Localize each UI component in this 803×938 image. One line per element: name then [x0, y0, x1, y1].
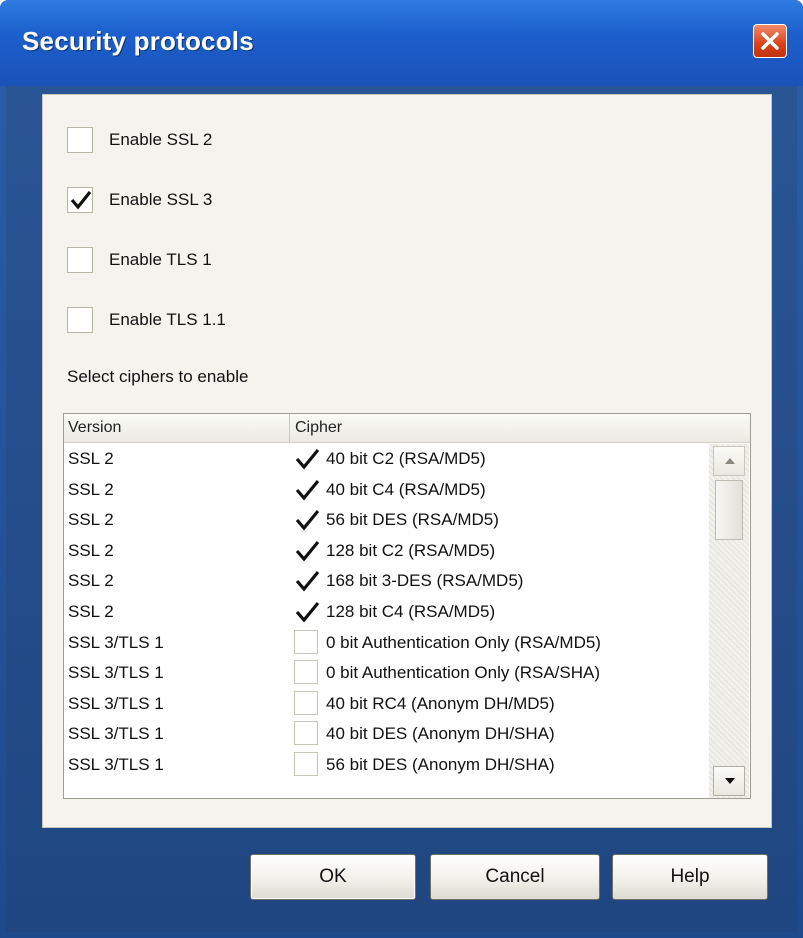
checkmark-icon	[295, 571, 319, 592]
row-cipher: 168 bit 3-DES (RSA/MD5)	[326, 571, 524, 591]
protocol-ssl2-row[interactable]: Enable SSL 2	[67, 125, 212, 155]
row-version: SSL 3/TLS 1	[68, 724, 164, 744]
row-version: SSL 2	[68, 571, 114, 591]
protocol-tls11-checkbox[interactable]	[67, 307, 93, 333]
row-cipher: 56 bit DES (Anonym DH/SHA)	[326, 754, 555, 774]
list-item[interactable]: SSL 2 168 bit 3-DES (RSA/MD5)	[64, 566, 708, 597]
row-cipher: 56 bit DES (RSA/MD5)	[326, 510, 499, 530]
list-item[interactable]: SSL 3/TLS 1 40 bit RC4 (Anonym DH/MD5)	[64, 689, 708, 720]
list-header: Version Cipher	[64, 414, 750, 443]
checkmark-icon	[70, 191, 92, 210]
row-version: SSL 3/TLS 1	[68, 754, 164, 774]
row-version: SSL 2	[68, 540, 114, 560]
arrow-up-icon	[725, 458, 735, 464]
cipher-checkbox[interactable]	[294, 598, 319, 623]
list-item[interactable]: SSL 3/TLS 1 0 bit Authentication Only (R…	[64, 628, 708, 659]
settings-panel: Enable SSL 2 Enable SSL 3 Enable TLS 1 E…	[42, 94, 772, 828]
protocol-tls1-checkbox[interactable]	[67, 247, 93, 273]
row-cipher: 128 bit C2 (RSA/MD5)	[326, 540, 496, 560]
checkmark-icon	[295, 479, 319, 501]
list-item[interactable]: SSL 3/TLS 1 0 bit Authentication Only (R…	[64, 658, 708, 689]
ok-button[interactable]: OK	[250, 854, 416, 900]
cipher-checkbox[interactable]	[294, 721, 318, 746]
list-item[interactable]: SSL 2 128 bit C2 (RSA/MD5)	[64, 536, 708, 567]
row-cipher: 0 bit Authentication Only (RSA/MD5)	[326, 632, 601, 652]
cipher-checkbox[interactable]	[294, 476, 319, 501]
close-button[interactable]	[753, 24, 787, 58]
title-bar[interactable]: Security protocols	[0, 0, 803, 86]
row-version: SSL 2	[68, 601, 114, 621]
dialog-body: Enable SSL 2 Enable SSL 3 Enable TLS 1 E…	[6, 86, 797, 932]
protocol-tls11-row[interactable]: Enable TLS 1.1	[67, 305, 226, 335]
cipher-checkbox[interactable]	[294, 629, 318, 654]
column-header-version[interactable]: Version	[64, 414, 290, 442]
row-version: SSL 2	[68, 449, 114, 468]
row-cipher: 128 bit C4 (RSA/MD5)	[326, 601, 496, 621]
row-version: SSL 2	[68, 479, 114, 499]
cipher-checkbox[interactable]	[294, 568, 319, 593]
ciphers-section-label: Select ciphers to enable	[67, 367, 249, 386]
list-item[interactable]: SSL 2 40 bit C2 (RSA/MD5)	[64, 444, 708, 475]
row-cipher: 40 bit RC4 (Anonym DH/MD5)	[326, 693, 555, 713]
row-version: SSL 3/TLS 1	[68, 663, 164, 683]
dialog-title: Security protocols	[22, 26, 254, 56]
cipher-checkbox[interactable]	[294, 660, 318, 685]
cipher-checkbox[interactable]	[294, 537, 319, 562]
cipher-checkbox[interactable]	[294, 751, 318, 776]
list-item[interactable]: SSL 3/TLS 1 56 bit DES (Anonym DH/SHA)	[64, 750, 708, 781]
checkmark-icon	[295, 448, 319, 470]
protocol-ssl3-label: Enable SSL 3	[109, 190, 213, 209]
row-version: SSL 2	[68, 510, 114, 530]
row-version: SSL 3/TLS 1	[68, 632, 164, 652]
protocol-ssl2-label: Enable SSL 2	[109, 130, 213, 149]
list-item[interactable]: SSL 2 56 bit DES (RSA/MD5)	[64, 505, 708, 536]
column-header-cipher[interactable]: Cipher	[291, 414, 750, 442]
protocol-ssl3-checkbox[interactable]	[67, 187, 93, 213]
cipher-checkbox[interactable]	[294, 690, 318, 715]
row-cipher: 0 bit Authentication Only (RSA/SHA)	[326, 663, 601, 683]
close-icon	[761, 32, 779, 50]
security-protocols-dialog: Security protocols Enable SSL 2 Enable S…	[0, 0, 803, 938]
help-button[interactable]: Help	[612, 854, 768, 900]
cipher-checkbox[interactable]	[294, 446, 319, 470]
scroll-down-button[interactable]	[713, 766, 745, 796]
list-rows: SSL 2 40 bit C2 (RSA/MD5) SSL 2 40 bit C…	[64, 444, 708, 781]
cipher-checkbox[interactable]	[294, 507, 319, 532]
list-item[interactable]: SSL 3/TLS 1 40 bit DES (Anonym DH/SHA)	[64, 719, 708, 750]
row-cipher: 40 bit C4 (RSA/MD5)	[326, 479, 486, 499]
protocol-ssl3-row[interactable]: Enable SSL 3	[67, 185, 212, 215]
arrow-down-icon	[725, 778, 735, 784]
list-item[interactable]: SSL 2 128 bit C4 (RSA/MD5)	[64, 597, 708, 628]
vertical-scrollbar[interactable]	[709, 444, 749, 798]
protocol-tls11-label: Enable TLS 1.1	[109, 310, 226, 329]
scrollbar-thumb[interactable]	[715, 480, 743, 540]
protocol-ssl2-checkbox[interactable]	[67, 127, 93, 153]
list-item[interactable]: SSL 2 40 bit C4 (RSA/MD5)	[64, 475, 708, 506]
checkmark-icon	[295, 510, 319, 531]
scroll-up-button[interactable]	[713, 446, 745, 476]
row-version: SSL 3/TLS 1	[68, 693, 164, 713]
row-cipher: 40 bit DES (Anonym DH/SHA)	[326, 724, 555, 744]
cipher-list[interactable]: Version Cipher SSL 2 40 bit C2 (RSA/MD5)…	[63, 413, 751, 799]
cancel-button[interactable]: Cancel	[430, 854, 600, 900]
row-cipher: 40 bit C2 (RSA/MD5)	[326, 449, 486, 468]
checkmark-icon	[295, 601, 319, 623]
checkmark-icon	[295, 540, 319, 562]
protocol-tls1-label: Enable TLS 1	[109, 250, 212, 269]
protocol-tls1-row[interactable]: Enable TLS 1	[67, 245, 212, 275]
